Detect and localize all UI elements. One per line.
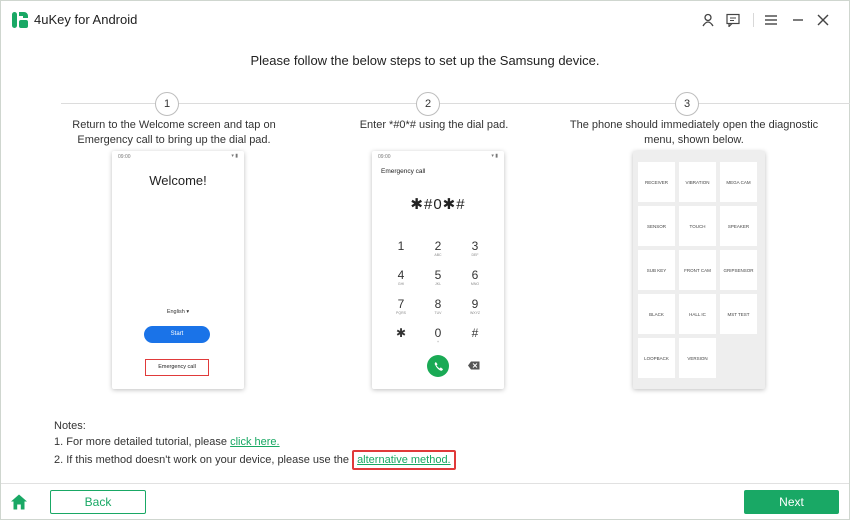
notes-section: Notes: 1. For more detailed tutorial, pl… xyxy=(54,418,456,470)
dial-display: ✱#0✱# xyxy=(410,196,466,213)
diag-cell: FRONT CAM xyxy=(678,249,717,291)
page-heading: Please follow the below steps to set up … xyxy=(250,53,600,68)
steps-connector-line xyxy=(61,103,850,104)
dial-key: 3 DEF xyxy=(471,239,479,258)
phone-dial-pad: 09:00 ▾ ▮ Emergency call ✱#0✱# 1 2 ABC 3D… xyxy=(372,151,504,389)
back-button[interactable]: Back xyxy=(50,490,146,514)
diag-cell: MEGA CAM xyxy=(719,161,758,203)
step-1-description: Return to the Welcome screen and tap on … xyxy=(72,119,276,146)
step-3-number: 3 xyxy=(675,92,699,116)
title-bar: 4uKey for Android xyxy=(1,1,849,39)
app-title: 4uKey for Android xyxy=(34,12,138,27)
dial-key: 2 ABC xyxy=(434,239,442,258)
dial-key: 4 GHI xyxy=(397,268,405,287)
note-2-text: 2. If this method doesn't work on your d… xyxy=(54,454,353,466)
call-button xyxy=(427,355,449,377)
alternative-method-highlight: alternative method. xyxy=(352,450,456,470)
phone-welcome-screen: 09:00 ▾ ▮ Welcome! English ▾ Start Emerg… xyxy=(112,151,244,389)
diag-cell: VERSION xyxy=(678,337,717,379)
note-line-1: 1. For more detailed tutorial, please cl… xyxy=(54,434,456,450)
note-1-text: 1. For more detailed tutorial, please xyxy=(54,436,231,448)
feedback-icon[interactable] xyxy=(724,11,742,29)
step-3-description: The phone should immediately open the di… xyxy=(569,119,819,146)
start-button: Start xyxy=(144,326,210,343)
diag-cell: GRIPSENSOR xyxy=(719,249,758,291)
status-icons: ▾ ▮ xyxy=(491,153,498,159)
dial-key: 9 WXYZ xyxy=(469,297,481,316)
notes-title: Notes: xyxy=(54,420,86,432)
step-1-number: 1 xyxy=(155,92,179,116)
emergency-call-button: Emergency call xyxy=(145,359,209,376)
dial-key: 1 xyxy=(397,239,405,253)
next-button[interactable]: Next xyxy=(744,490,839,514)
close-icon[interactable] xyxy=(814,11,832,29)
home-icon[interactable] xyxy=(10,493,28,511)
step-2-number: 2 xyxy=(416,92,440,116)
dial-key: 8 TUV xyxy=(434,297,442,316)
diag-cell: RECEIVER xyxy=(637,161,676,203)
dial-key: 0 + xyxy=(434,326,442,345)
click-here-link[interactable]: click here. xyxy=(230,436,280,448)
footer-divider xyxy=(1,483,849,484)
dial-key: 6 MNO xyxy=(470,268,480,287)
emergency-call-title: Emergency call xyxy=(381,168,426,175)
backspace-icon xyxy=(468,361,480,370)
diag-cell: VIBRATION xyxy=(678,161,717,203)
step-2-description: Enter *#0*# using the dial pad. xyxy=(359,119,509,131)
user-icon[interactable] xyxy=(699,11,717,29)
welcome-title: Welcome! xyxy=(149,173,207,188)
titlebar-divider xyxy=(753,13,754,27)
diag-cell: MST TEST xyxy=(719,293,758,335)
status-time: 09:00 xyxy=(378,154,391,160)
diag-cell: TOUCH xyxy=(678,205,717,247)
phone-icon xyxy=(434,361,443,371)
note-line-2: 2. If this method doesn't work on your d… xyxy=(54,450,456,470)
dial-key: 7 PQRS xyxy=(396,297,406,316)
status-time: 09:00 xyxy=(118,154,131,160)
diag-cell: LOOPBACK xyxy=(637,337,676,379)
diag-cell: SENSOR xyxy=(637,205,676,247)
app-window: 4uKey for Android Please follow the belo… xyxy=(0,0,850,520)
language-selector: English ▾ xyxy=(166,309,190,315)
minimize-icon[interactable] xyxy=(789,11,807,29)
dial-key: # xyxy=(471,326,479,340)
diag-cell: SUB KEY xyxy=(637,249,676,291)
dial-key: ✱ xyxy=(395,326,407,340)
diag-cell: BLACK xyxy=(637,293,676,335)
diag-cell: HALL IC xyxy=(678,293,717,335)
status-icons: ▾ ▮ xyxy=(231,153,238,159)
phone-diagnostic-menu: RECEIVER VIBRATION MEGA CAM SENSOR TOUCH… xyxy=(633,151,765,389)
app-logo-icon xyxy=(12,12,28,28)
diag-cell: SPEAKER xyxy=(719,205,758,247)
language-label: English xyxy=(166,309,185,315)
alternative-method-link[interactable]: alternative method. xyxy=(357,454,451,466)
menu-icon[interactable] xyxy=(762,11,780,29)
dial-key: 5 JKL xyxy=(434,268,442,287)
